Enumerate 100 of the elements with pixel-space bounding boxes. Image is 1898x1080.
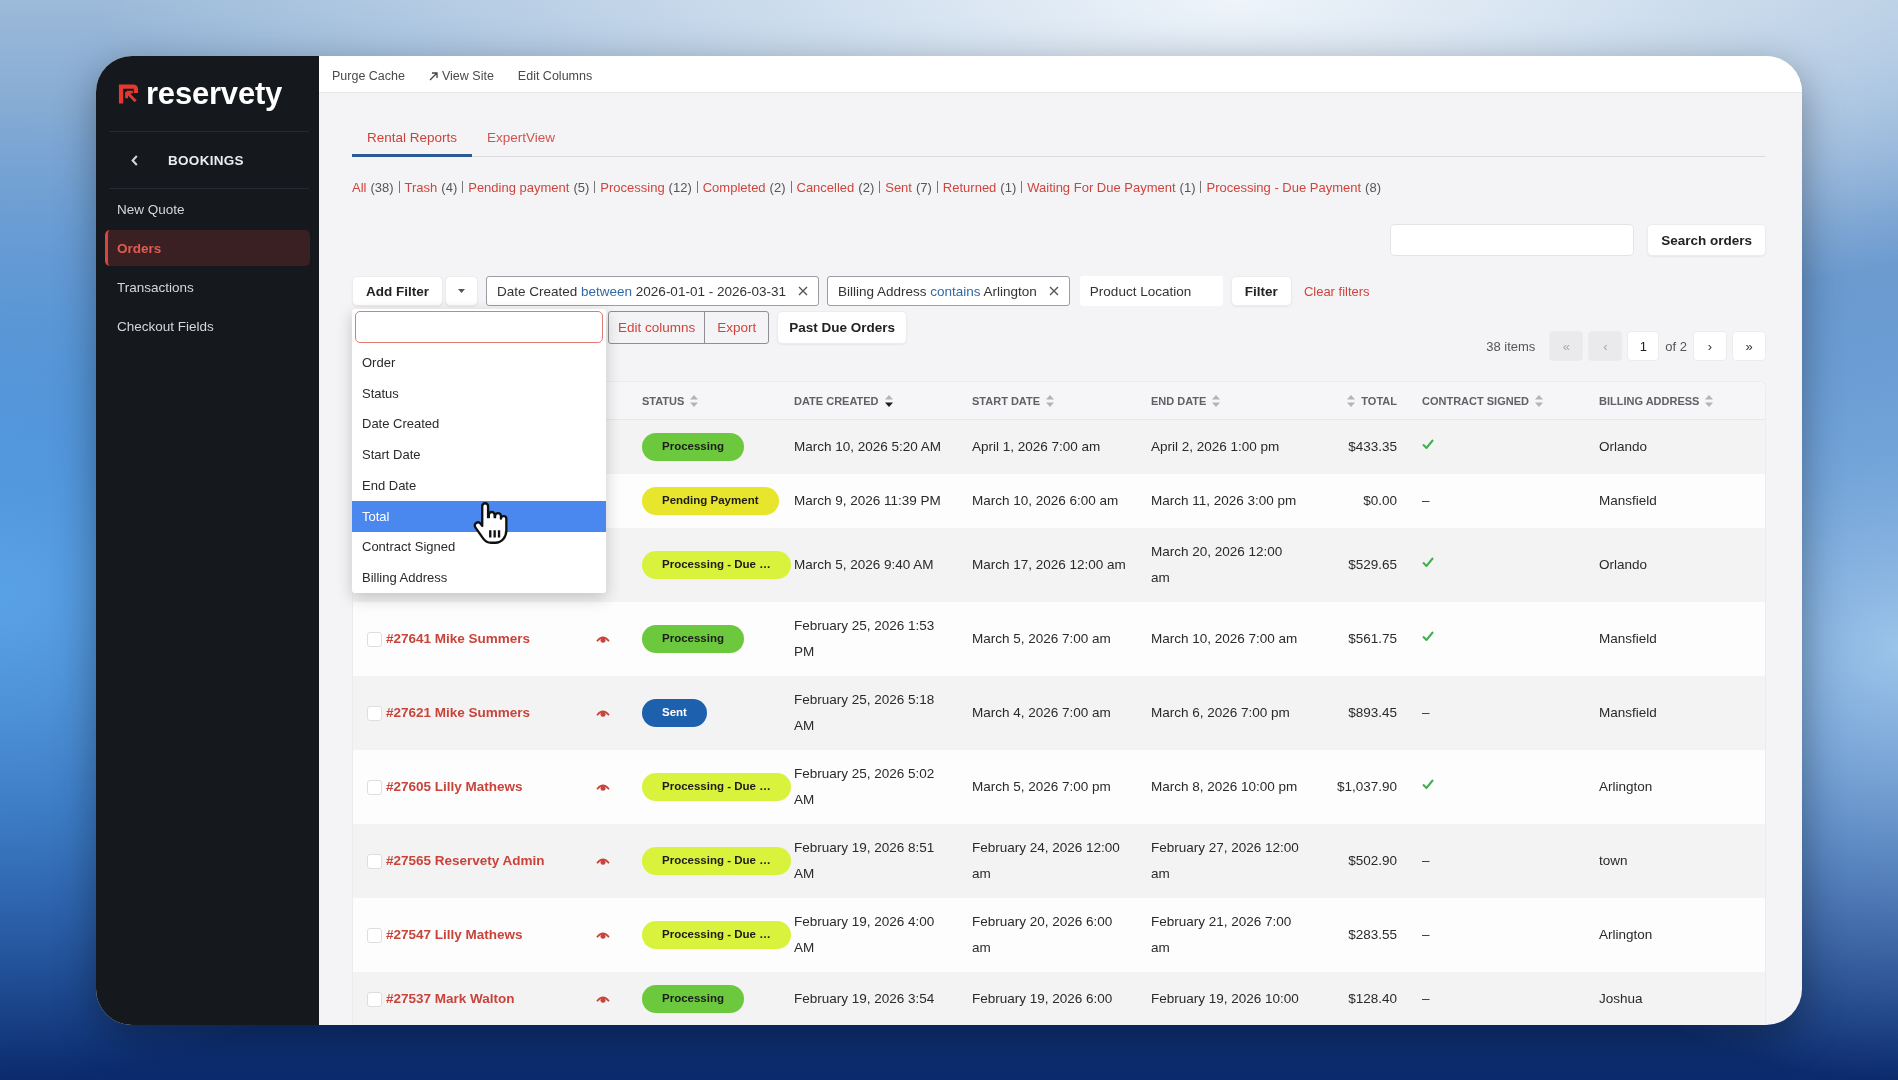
eye-icon[interactable]	[596, 635, 610, 643]
end-date: February 21, 2026 7:00 am	[1151, 913, 1293, 957]
order-link[interactable]: #27547 Lilly Mathews	[386, 922, 523, 948]
billing-city: town	[1599, 852, 1628, 870]
menu-item[interactable]: Total	[352, 500, 606, 532]
edit-columns-button[interactable]: Edit columns	[609, 312, 705, 343]
status-badge: Processing - Due …	[642, 847, 791, 875]
row-checkbox[interactable]	[367, 853, 382, 869]
date-created: March 9, 2026 11:39 PM	[794, 492, 941, 510]
export-button[interactable]: Export	[704, 312, 769, 343]
status-count: (7)	[915, 179, 932, 195]
menu-item[interactable]: Billing Address	[352, 562, 606, 593]
row-checkbox[interactable]	[367, 991, 382, 1007]
order-link[interactable]: #27641 Mike Summers	[386, 626, 531, 652]
sidebar-item[interactable]: New Quote	[105, 191, 310, 227]
row-checkbox[interactable]	[367, 779, 382, 795]
eye-icon[interactable]	[596, 995, 610, 1003]
order-total: $283.55	[1348, 926, 1397, 944]
row-checkbox[interactable]	[367, 631, 382, 647]
column-header[interactable]: STATUS	[642, 394, 685, 407]
column-header[interactable]: CONTRACT SIGNED	[1422, 394, 1529, 407]
sidebar-item[interactable]: Orders	[105, 230, 310, 266]
filter-button[interactable]: Filter	[1230, 276, 1292, 306]
search-button[interactable]: Search orders	[1647, 224, 1766, 256]
sidebar-item[interactable]: Transactions	[105, 269, 310, 305]
status-filter-link[interactable]: All	[352, 179, 367, 195]
contract-status-text: –	[1422, 926, 1430, 944]
close-icon[interactable]	[797, 286, 808, 296]
status-filter-link[interactable]: Cancelled	[796, 179, 855, 195]
caret-down-icon	[458, 289, 465, 293]
column-header[interactable]: START DATE	[972, 394, 1041, 407]
status-filter-link[interactable]: Returned	[942, 179, 997, 195]
end-date: March 10, 2026 7:00 am	[1151, 630, 1298, 648]
top-bar-link[interactable]: View Site	[428, 69, 494, 83]
location-select[interactable]: Product Location	[1079, 276, 1223, 306]
status-filter-link[interactable]: Pending payment	[468, 179, 570, 195]
eye-icon[interactable]	[596, 709, 610, 717]
column-header[interactable]: END DATE	[1151, 394, 1207, 407]
tab[interactable]: Rental Reports	[352, 120, 473, 157]
date-created: February 19, 2026 8:51 AM	[794, 839, 936, 883]
date-created: March 5, 2026 9:40 AM	[794, 556, 934, 574]
sort-icon[interactable]	[884, 394, 893, 407]
status-count: (8)	[1365, 179, 1381, 195]
add-filter-button[interactable]: Add Filter	[352, 276, 443, 306]
date-created: February 19, 2026 4:00 AM	[794, 913, 936, 957]
eye-icon[interactable]	[596, 931, 610, 939]
end-date: February 19, 2026 10:00	[1151, 990, 1299, 1008]
eye-icon[interactable]	[596, 783, 610, 791]
end-date: March 6, 2026 7:00 pm	[1151, 704, 1290, 722]
row-checkbox[interactable]	[367, 705, 382, 721]
filter-dropdown-button[interactable]	[445, 276, 478, 306]
status-filter-link[interactable]: Trash	[404, 179, 438, 195]
tab[interactable]: ExpertView	[472, 120, 571, 157]
column-header[interactable]: DATE CREATED	[794, 394, 879, 407]
menu-item[interactable]: Order	[352, 347, 606, 378]
brand-name: reservety	[146, 78, 283, 109]
end-date: March 20, 2026 12:00 am	[1151, 543, 1284, 587]
status-filter-link[interactable]: Waiting For Due Payment	[1027, 179, 1176, 195]
order-link[interactable]: #27537 Mark Walton	[386, 986, 515, 1012]
section-title: BOOKINGS	[168, 152, 244, 168]
close-icon[interactable]	[1048, 286, 1059, 296]
start-date: March 10, 2026 6:00 am	[972, 492, 1119, 510]
billing-city: Arlington	[1599, 778, 1653, 796]
sidebar-item[interactable]: Checkout Fields	[105, 308, 310, 344]
status-badge: Processing - Due …	[642, 773, 791, 801]
menu-search-field[interactable]	[355, 311, 603, 343]
status-filter-link[interactable]: Processing - Due Payment	[1206, 179, 1362, 195]
date-created: February 19, 2026 3:54	[794, 990, 935, 1008]
status-filter-link[interactable]: Processing	[600, 179, 665, 195]
order-link[interactable]: #27605 Lilly Mathews	[386, 774, 523, 800]
search-field[interactable]	[1390, 224, 1635, 256]
top-bar-link[interactable]: Edit Columns	[517, 69, 593, 83]
past-due-orders-button[interactable]: Past Due Orders	[777, 311, 908, 344]
menu-item[interactable]: Start Date	[352, 439, 606, 470]
status-count: (2)	[769, 179, 786, 195]
top-bar-link[interactable]: Purge Cache	[332, 69, 405, 83]
billing-city: Mansfield	[1599, 492, 1657, 510]
clear-filters-link[interactable]: Clear filters	[1303, 283, 1370, 299]
status-count: (5)	[573, 179, 590, 195]
status-count: (12)	[668, 179, 692, 195]
filter-chip-label: Date Created between 2026-01-01 - 2026-03-31	[497, 283, 786, 299]
eye-icon[interactable]	[596, 857, 610, 865]
page-nav-button[interactable]: »	[1732, 331, 1766, 361]
status-filter-link[interactable]: Sent	[885, 179, 912, 195]
end-date: March 11, 2026 3:00 pm	[1151, 492, 1297, 510]
column-header[interactable]: TOTAL	[1361, 394, 1397, 407]
menu-item[interactable]: Contract Signed	[352, 531, 606, 563]
page-nav-button[interactable]: ›	[1693, 331, 1727, 361]
menu-item[interactable]: Status	[352, 377, 606, 409]
order-link[interactable]: #27565 Reservety Admin	[386, 848, 545, 874]
status-filter-link[interactable]: Completed	[702, 179, 766, 195]
row-checkbox[interactable]	[367, 927, 382, 943]
menu-item[interactable]: End Date	[352, 470, 606, 501]
order-link[interactable]: #27621 Mike Summers	[386, 700, 531, 726]
chevron-left-icon[interactable]	[131, 154, 138, 166]
column-header[interactable]: BILLING ADDRESS	[1599, 394, 1700, 407]
item-count: 38 items	[1486, 338, 1536, 354]
page-number-field[interactable]: 1	[1627, 331, 1660, 361]
menu-item[interactable]: Date Created	[352, 408, 606, 440]
end-date: March 8, 2026 10:00 pm	[1151, 778, 1298, 796]
